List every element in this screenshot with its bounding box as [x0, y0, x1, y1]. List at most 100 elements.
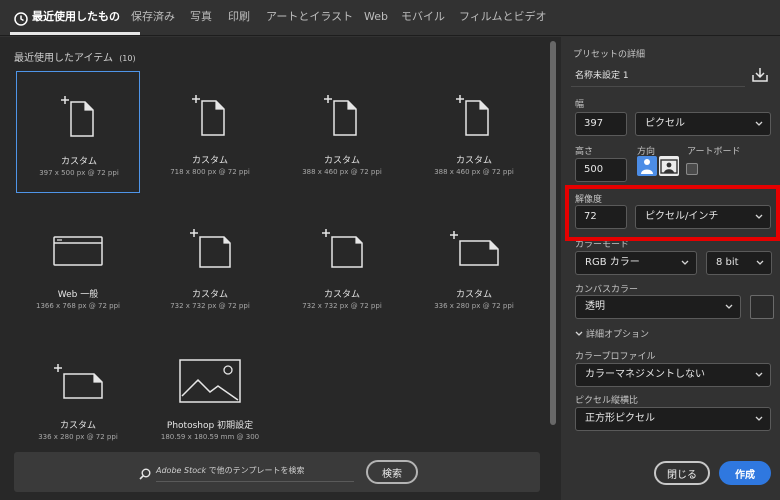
width-label: 幅 — [575, 100, 585, 110]
color-profile-label: カラープロファイル — [575, 352, 656, 362]
preset-card-size: 336 x 280 px @ 72 ppi — [38, 433, 118, 441]
recent-items-panel: 最近使用したアイテム (10) カスタム 397 x 500 px @ 72 p… — [0, 37, 561, 500]
preset-card-name: カスタム — [455, 156, 492, 166]
custom-document-icon — [324, 95, 357, 136]
preset-card[interactable]: カスタム 336 x 280 px @ 72 ppi — [412, 207, 536, 329]
advanced-options-label: 詳細オプション — [586, 330, 650, 340]
custom-document-icon — [456, 95, 489, 136]
landscape-orientation-button[interactable] — [659, 156, 679, 176]
tab-mobile[interactable]: モバイル — [401, 0, 445, 36]
preset-card-name: カスタム — [191, 156, 228, 166]
bit-depth-select[interactable]: 8 bit — [706, 251, 772, 275]
tab-saved[interactable]: 保存済み — [131, 0, 175, 36]
width-unit-value: ピクセル — [645, 118, 685, 129]
landscape-person-icon — [660, 159, 678, 174]
canvas-color-value: 透明 — [585, 301, 605, 312]
chevron-down-icon — [681, 260, 689, 265]
preset-card-size: 732 x 732 px @ 72 ppi — [302, 302, 382, 310]
canvas-color-swatch[interactable] — [750, 295, 774, 319]
canvas-color-label: カンバスカラー — [575, 285, 639, 295]
canvas-color-select[interactable]: 透明 — [575, 295, 741, 319]
tab-print[interactable]: 印刷 — [228, 0, 250, 36]
tab-photo[interactable]: 写真 — [190, 0, 212, 36]
resolution-highlight-box — [565, 185, 780, 241]
preset-card-size: 336 x 280 px @ 72 ppi — [434, 302, 514, 310]
search-button[interactable]: 検索 — [366, 460, 418, 484]
search-placeholder-stock: Adobe Stock — [156, 466, 207, 475]
preset-card[interactable]: カスタム 336 x 280 px @ 72 ppi — [16, 342, 140, 464]
preset-card-name: Photoshop 初期設定 — [166, 421, 254, 431]
pixel-aspect-label: ピクセル縦横比 — [575, 396, 639, 406]
tab-art-illustration[interactable]: アートとイラスト — [266, 0, 353, 36]
portrait-person-icon — [641, 159, 653, 174]
preset-card-size: 397 x 500 px @ 72 ppi — [39, 169, 119, 177]
tab-web[interactable]: Web — [364, 0, 388, 36]
portrait-orientation-button[interactable] — [637, 156, 657, 176]
preset-card-size: 1366 x 768 px @ 72 ppi — [36, 302, 120, 310]
width-input[interactable]: 397 — [575, 112, 627, 136]
chevron-down-icon — [755, 121, 763, 126]
advanced-options-toggle[interactable]: 詳細オプション — [575, 327, 649, 340]
search-icon — [139, 465, 151, 484]
search-placeholder-text: で他のテンプレートを検索 — [206, 466, 305, 475]
preset-card[interactable]: カスタム 732 x 732 px @ 72 ppi — [148, 207, 272, 329]
close-button[interactable]: 閉じる — [654, 461, 710, 485]
preset-card-name: カスタム — [59, 421, 96, 431]
recent-items-label: 最近使用したアイテム — [14, 53, 113, 64]
bit-depth-value: 8 bit — [716, 257, 739, 268]
save-preset-icon[interactable] — [751, 67, 769, 87]
create-button[interactable]: 作成 — [719, 461, 771, 485]
preset-card-name: カスタム — [191, 290, 228, 300]
color-profile-value: カラーマネジメントしない — [585, 369, 705, 380]
preset-card[interactable]: カスタム 718 x 800 px @ 72 ppi — [148, 71, 272, 193]
template-search-bar: Adobe Stock で他のテンプレートを検索 検索 — [14, 452, 540, 492]
preset-card[interactable]: カスタム 397 x 500 px @ 72 ppi — [16, 71, 140, 193]
tab-bar: 最近使用したもの 保存済み 写真 印刷 アートとイラスト Web モバイル フィ… — [0, 0, 780, 36]
preset-card-name: カスタム — [323, 156, 360, 166]
preset-card-name: カスタム — [60, 157, 97, 167]
custom-document-icon — [192, 95, 225, 136]
chevron-down-icon — [725, 304, 733, 309]
chevron-down-icon — [755, 416, 763, 421]
width-unit-select[interactable]: ピクセル — [635, 112, 771, 136]
preset-card-size: 388 x 460 px @ 72 ppi — [302, 168, 382, 176]
artboard-label: アートボード — [687, 147, 741, 157]
chevron-down-icon — [756, 260, 764, 265]
preset-card-size: 180.59 x 180.59 mm @ 300 — [160, 433, 260, 441]
recent-items-title: 最近使用したアイテム (10) — [14, 49, 136, 64]
color-mode-value: RGB カラー — [585, 257, 640, 268]
search-input[interactable]: Adobe Stock で他のテンプレートを検索 — [156, 462, 354, 482]
color-profile-select[interactable]: カラーマネジメントしない — [575, 363, 771, 387]
preset-card[interactable]: カスタム 388 x 460 px @ 72 ppi — [280, 71, 404, 193]
preset-card[interactable]: カスタム 388 x 460 px @ 72 ppi — [412, 71, 536, 193]
preset-card-name: カスタム — [323, 290, 360, 300]
active-tab-indicator — [10, 32, 140, 35]
preset-card-name: Web 一般 — [57, 290, 99, 300]
preset-details-panel: プリセットの詳細 名称未設定 1 幅 397 ピクセル 高さ 方向 アートボード… — [561, 37, 780, 500]
preset-card[interactable]: Web 一般 1366 x 768 px @ 72 ppi — [16, 207, 140, 329]
tab-film-video[interactable]: フィルムとビデオ — [459, 0, 547, 36]
custom-landscape-icon — [54, 364, 103, 399]
preset-card-size: 388 x 460 px @ 72 ppi — [434, 168, 514, 176]
custom-document-icon — [190, 229, 231, 268]
chevron-down-icon — [755, 372, 763, 377]
tab-recent[interactable]: 最近使用したもの — [32, 0, 120, 36]
preset-card[interactable]: Photoshop 初期設定 180.59 x 180.59 mm @ 300 — [148, 342, 272, 464]
clock-icon — [14, 11, 28, 30]
recent-items-count: (10) — [119, 54, 136, 63]
artboard-checkbox[interactable] — [686, 163, 698, 175]
color-mode-select[interactable]: RGB カラー — [575, 251, 697, 275]
height-label: 高さ — [575, 147, 594, 157]
custom-landscape-icon — [450, 231, 499, 266]
preset-card-name: カスタム — [455, 290, 492, 300]
height-input[interactable]: 500 — [575, 158, 627, 182]
scrollbar[interactable] — [550, 41, 556, 425]
preset-details-label: プリセットの詳細 — [573, 50, 646, 60]
pixel-aspect-value: 正方形ピクセル — [585, 413, 655, 424]
chevron-down-icon — [575, 331, 583, 336]
pixel-aspect-select[interactable]: 正方形ピクセル — [575, 407, 771, 431]
preset-card-size: 718 x 800 px @ 72 ppi — [170, 168, 250, 176]
document-name-field[interactable]: 名称未設定 1 — [571, 65, 745, 87]
custom-document-icon — [322, 229, 363, 268]
preset-card[interactable]: カスタム 732 x 732 px @ 72 ppi — [280, 207, 404, 329]
